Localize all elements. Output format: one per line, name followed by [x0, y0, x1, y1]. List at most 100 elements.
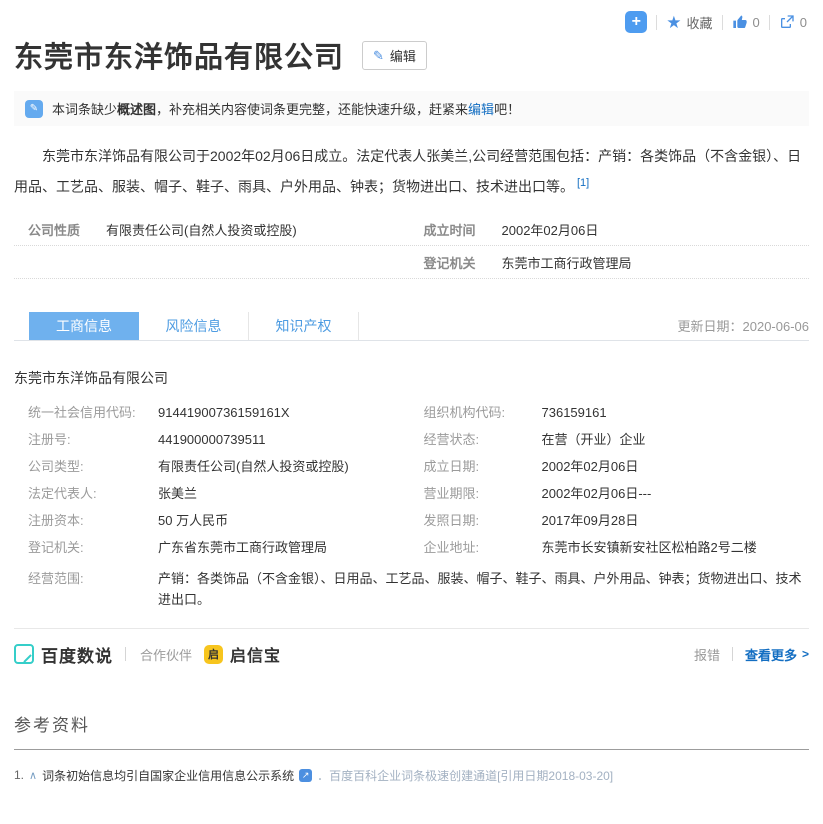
- field-value: 张美兰: [158, 487, 197, 501]
- detail-field: 经营状态: 在营（开业）企业: [412, 433, 810, 447]
- partner-bar: 百度数说 合作伙伴 启 启信宝 报错 查看更多 >: [14, 642, 809, 667]
- notice-suffix: 吧！: [494, 102, 520, 117]
- field-label: 经营范围:: [14, 568, 158, 610]
- baidu-shuoshuo-label: 百度数说: [41, 642, 113, 667]
- field-value: 产销：各类饰品（不含金银）、日用品、工艺品、服装、帽子、鞋子、雨具、户外用品、钟…: [158, 568, 809, 610]
- field-value: 在营（开业）企业: [542, 433, 646, 447]
- detail-field: 注册号: 441900000739511: [14, 433, 412, 447]
- detail-field: 营业期限: 2002年02月06日---: [412, 487, 810, 501]
- business-details-section: 东莞市东洋饰品有限公司 统一社会信用代码: 91441900736159161X…: [14, 341, 809, 629]
- detail-field: 注册资本: 50 万人民币: [14, 514, 412, 528]
- baidu-shuoshuo-icon: [14, 644, 34, 664]
- divider: [722, 15, 723, 30]
- top-action-bar: + ★ 收藏 0 0: [625, 11, 807, 33]
- like-button[interactable]: 0: [732, 14, 760, 30]
- field-value: 91441900736159161X: [158, 406, 290, 420]
- field-value: 2017年09月28日: [542, 514, 639, 528]
- basic-info-box: 公司性质 有限责任公司(自然人投资或控股) 成立时间 2002年02月06日 登…: [14, 213, 809, 279]
- field-value: 东莞市长安镇新安社区松柏路2号二楼: [542, 541, 757, 555]
- reference-link[interactable]: 词条初始信息均引自国家企业信用信息公示系统 ↗: [42, 767, 312, 784]
- divider: [125, 647, 126, 661]
- detail-field: 发照日期: 2017年09月28日: [412, 514, 810, 528]
- notice-bar: ✎ 本词条缺少概述图，补充相关内容使词条更完整，还能快速升级，赶紧来编辑吧！: [14, 91, 809, 126]
- basic-info-label: [14, 253, 106, 272]
- partner-label: 合作伙伴: [140, 645, 192, 664]
- qixinbao-label: 启信宝: [230, 642, 281, 666]
- intro-reference-link[interactable]: [1]: [577, 177, 589, 189]
- reference-source: ．百度百科企业词条极速创建通道[引用日期2018-03-20]: [317, 767, 613, 784]
- detail-field: 企业地址: 东莞市长安镇新安社区松柏路2号二楼: [412, 541, 810, 555]
- field-label: 发照日期:: [412, 514, 542, 528]
- share-button[interactable]: 0: [779, 14, 807, 30]
- add-icon[interactable]: +: [625, 11, 647, 33]
- divider: [14, 749, 809, 750]
- basic-info-value: 有限责任公司(自然人投资或控股): [106, 220, 297, 239]
- field-label: 登记机关:: [14, 541, 158, 555]
- tab-business-info[interactable]: 工商信息: [29, 312, 139, 340]
- external-link-icon: ↗: [299, 769, 312, 782]
- references-section: 参考资料 1. ∧ 词条初始信息均引自国家企业信用信息公示系统 ↗ ．百度百科企…: [14, 711, 809, 784]
- update-date: 更新日期：2020-06-06: [678, 312, 810, 340]
- thumbs-up-icon: [732, 14, 748, 30]
- field-label: 统一社会信用代码:: [14, 406, 158, 420]
- pencil-icon: ✎: [373, 49, 384, 62]
- detail-field: 组织机构代码: 736159161: [412, 406, 810, 420]
- baidu-shuoshuo-logo[interactable]: 百度数说: [14, 642, 113, 667]
- like-count: 0: [753, 15, 760, 30]
- star-icon: ★: [666, 14, 681, 31]
- basic-info-row: 公司性质 有限责任公司(自然人投资或控股) 成立时间 2002年02月06日: [14, 213, 809, 246]
- basic-info-value: 东莞市工商行政管理局: [502, 253, 632, 272]
- detail-field: 登记机关: 广东省东莞市工商行政管理局: [14, 541, 412, 555]
- qixinbao-logo[interactable]: 启 启信宝: [204, 642, 281, 666]
- tab-risk-info[interactable]: 风险信息: [139, 312, 249, 340]
- field-label: 经营状态:: [412, 433, 542, 447]
- field-label: 组织机构代码:: [412, 406, 542, 420]
- reference-item: 1. ∧ 词条初始信息均引自国家企业信用信息公示系统 ↗ ．百度百科企业词条极速…: [14, 767, 809, 784]
- notice-bold: 概述图: [117, 102, 156, 117]
- basic-info-label: 公司性质: [14, 220, 106, 239]
- divider: [656, 15, 657, 30]
- field-value: 441900000739511: [158, 433, 266, 447]
- field-value: 736159161: [542, 406, 607, 420]
- field-label: 注册号:: [14, 433, 158, 447]
- field-value: 2002年02月06日: [542, 460, 639, 474]
- field-label: 法定代表人:: [14, 487, 158, 501]
- detail-field: 成立日期: 2002年02月06日: [412, 460, 810, 474]
- basic-info-label: 成立时间: [412, 220, 502, 239]
- chevron-right-icon: >: [802, 647, 809, 661]
- anchor-caret-icon[interactable]: ∧: [29, 769, 37, 782]
- detail-field: 公司类型: 有限责任公司(自然人投资或控股): [14, 460, 412, 474]
- business-scope-row: 经营范围: 产销：各类饰品（不含金银）、日用品、工艺品、服装、帽子、鞋子、雨具、…: [14, 568, 809, 610]
- favorite-label: 收藏: [687, 13, 713, 32]
- divider: [732, 647, 733, 661]
- field-value: 2002年02月06日---: [542, 487, 652, 501]
- qixinbao-icon: 启: [204, 645, 223, 664]
- notice-edit-link[interactable]: 编辑: [468, 102, 494, 117]
- page-title: 东莞市东洋饰品有限公司: [14, 34, 344, 76]
- field-value: 广东省东莞市工商行政管理局: [158, 541, 327, 555]
- basic-info-row: 登记机关 东莞市工商行政管理局: [14, 246, 809, 279]
- notice-text: 本词条缺少概述图，补充相关内容使词条更完整，还能快速升级，赶紧来编辑吧！: [52, 99, 520, 118]
- field-label: 成立日期:: [412, 460, 542, 474]
- report-error-link[interactable]: 报错: [694, 645, 720, 664]
- references-heading: 参考资料: [14, 711, 809, 736]
- notice-prefix: 本词条缺少: [52, 102, 117, 117]
- notice-pencil-icon: ✎: [25, 100, 43, 118]
- intro-paragraph: 东莞市东洋饰品有限公司于2002年02月06日成立。法定代表人张美兰,公司经营范…: [14, 143, 809, 201]
- tab-intellectual-property[interactable]: 知识产权: [249, 312, 359, 340]
- reference-link-text: 词条初始信息均引自国家企业信用信息公示系统: [42, 767, 294, 784]
- tab-bar: 工商信息 风险信息 知识产权 更新日期：2020-06-06: [14, 312, 809, 341]
- view-more-label: 查看更多: [745, 645, 797, 664]
- details-company-name: 东莞市东洋饰品有限公司: [14, 368, 809, 388]
- share-count: 0: [800, 15, 807, 30]
- share-icon: [779, 14, 795, 30]
- divider: [769, 15, 770, 30]
- notice-middle: ，补充相关内容使词条更完整，还能快速升级，赶紧来: [156, 102, 468, 117]
- detail-field: 法定代表人: 张美兰: [14, 487, 412, 501]
- favorite-button[interactable]: ★ 收藏: [666, 13, 712, 32]
- field-value: 50 万人民币: [158, 514, 228, 528]
- field-label: 营业期限:: [412, 487, 542, 501]
- edit-button[interactable]: ✎ 编辑: [362, 41, 427, 70]
- view-more-link[interactable]: 查看更多 >: [745, 645, 809, 664]
- field-label: 公司类型:: [14, 460, 158, 474]
